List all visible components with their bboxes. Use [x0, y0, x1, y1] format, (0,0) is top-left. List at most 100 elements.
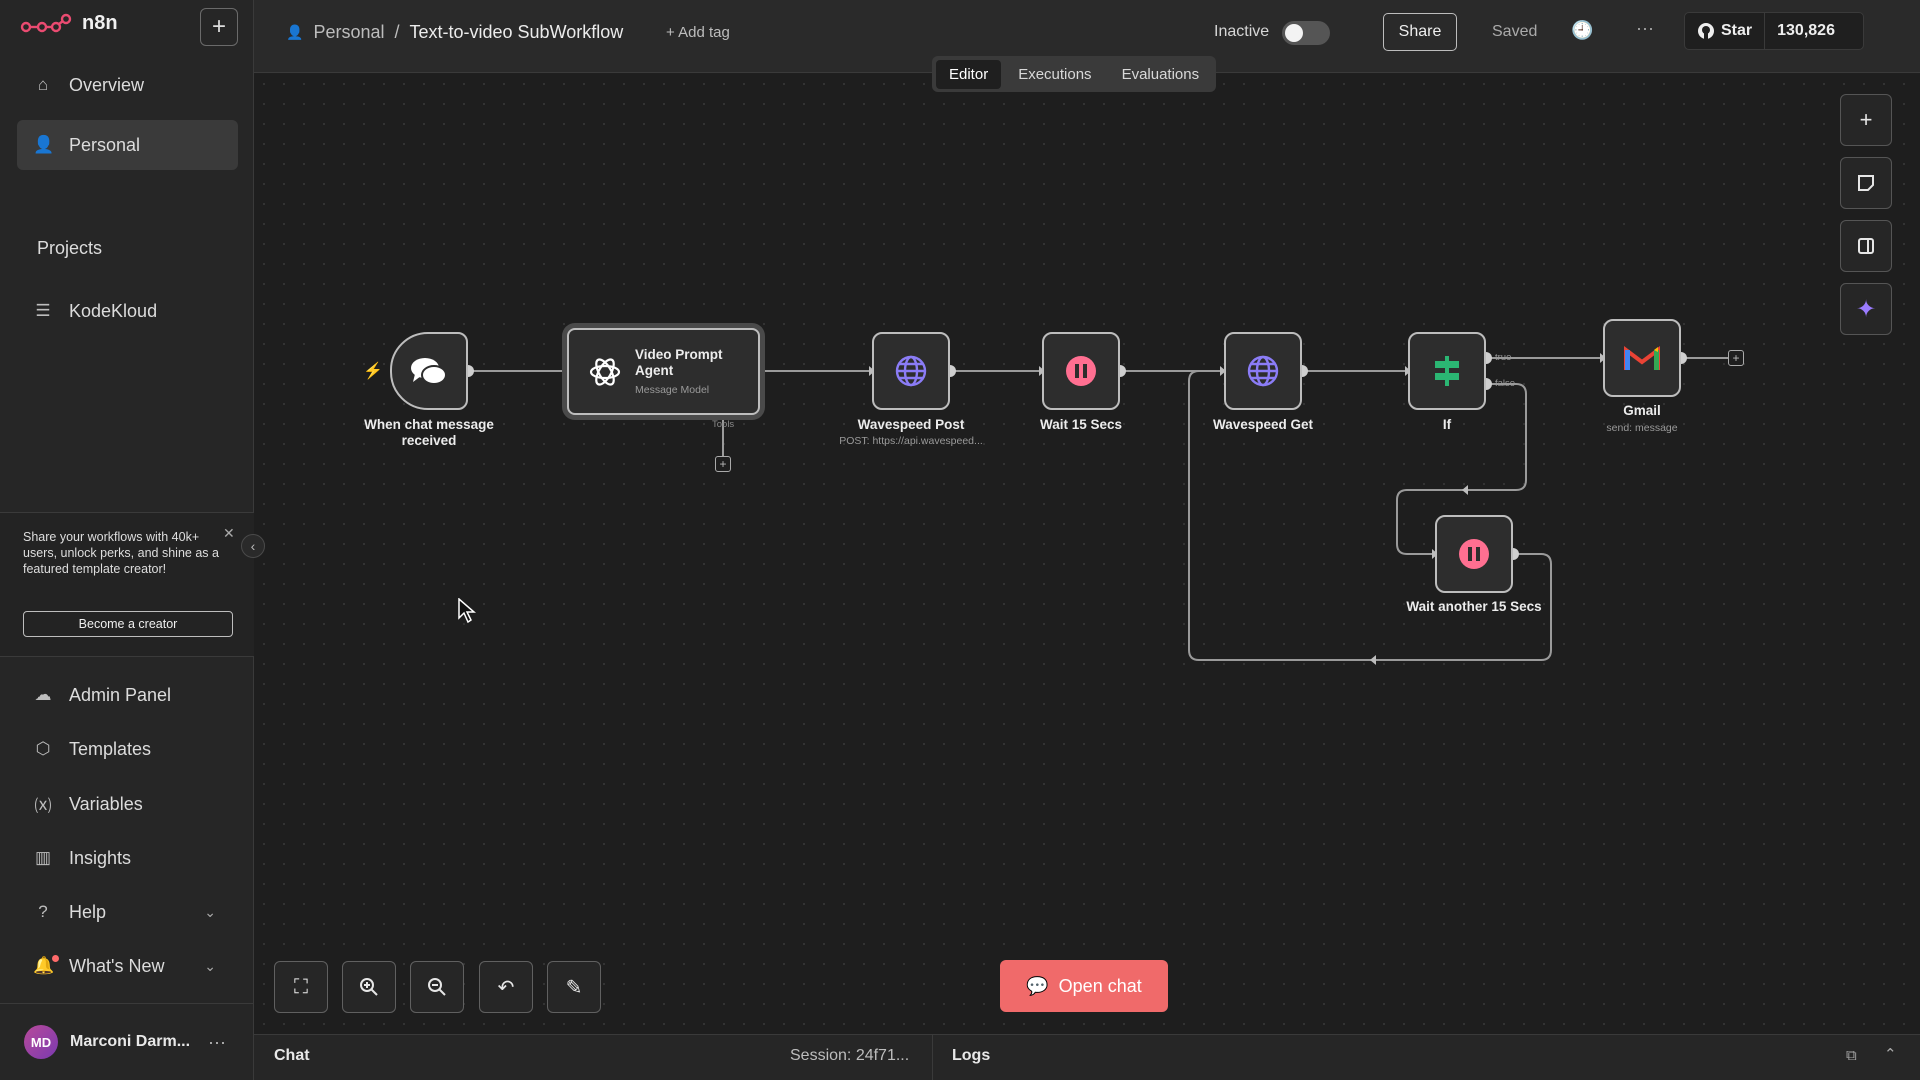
sidebar: n8n + ⌂ Overview 👤 Personal Projects ☰ K… — [0, 0, 254, 1080]
sidebar-item-help[interactable]: ? Help ⌄ — [17, 887, 238, 937]
saved-status: Saved — [1492, 23, 1538, 40]
avatar: MD — [24, 1025, 58, 1059]
add-tag-button[interactable]: + Add tag — [666, 24, 730, 41]
gmail-icon — [1624, 346, 1660, 370]
zoom-out-button[interactable] — [410, 961, 464, 1013]
creator-promo-card: Share your workflows with 40k+ users, un… — [0, 512, 254, 657]
node-label-trigger: When chat message received — [364, 417, 494, 448]
node-wavespeed-post[interactable] — [872, 332, 950, 410]
node-wait-15[interactable] — [1042, 332, 1120, 410]
zoom-out-icon — [428, 978, 446, 996]
workflow-canvas[interactable] — [254, 74, 1920, 1034]
logs-panel-title[interactable]: Logs — [952, 1047, 990, 1065]
sticky-note-button[interactable] — [1840, 157, 1892, 209]
zoom-in-button[interactable] — [342, 961, 396, 1013]
open-chat-button[interactable]: 💬 Open chat — [1000, 960, 1168, 1012]
sidebar-item-whats-new[interactable]: 🔔 What's New ⌄ — [17, 941, 238, 991]
active-toggle[interactable] — [1282, 21, 1330, 45]
tidy-up-button[interactable]: ✎ — [547, 961, 601, 1013]
mouse-cursor-icon — [458, 598, 476, 624]
github-star-widget[interactable]: Star 130,826 — [1684, 12, 1864, 50]
fit-view-icon: ⛶ — [294, 975, 308, 998]
sidebar-item-admin-panel[interactable]: ☁ Admin Panel — [17, 670, 238, 720]
broom-icon: ✎ — [565, 976, 583, 999]
sidebar-item-label: Personal — [69, 134, 141, 155]
node-wavespeed-get[interactable] — [1224, 332, 1302, 410]
if-true-label: true — [1495, 352, 1512, 363]
history-icon[interactable]: 🕘 — [1571, 20, 1593, 41]
ai-assistant-button[interactable]: ✦ — [1840, 283, 1892, 335]
chat-panel-title[interactable]: Chat — [274, 1047, 310, 1065]
notification-dot — [52, 955, 59, 962]
panel-icon — [1858, 238, 1874, 254]
github-star-button[interactable]: Star — [1685, 13, 1766, 49]
open-chat-label: Open chat — [1058, 975, 1142, 996]
github-star-label: Star — [1721, 22, 1753, 39]
user-icon: 👤 — [33, 135, 55, 154]
add-node-after-gmail-button[interactable]: + — [1728, 350, 1744, 366]
cloud-icon: ☁ — [34, 685, 52, 704]
sidebar-item-variables[interactable]: ⒳ Variables — [17, 779, 238, 829]
add-tool-button[interactable]: + — [715, 456, 731, 472]
share-button[interactable]: Share — [1383, 13, 1457, 51]
n8n-logo[interactable]: n8n — [20, 12, 118, 35]
node-sub-wavespeed-post: POST: https://api.wavespeed... — [839, 435, 983, 447]
sidebar-item-label: Help — [69, 901, 107, 922]
close-icon[interactable]: ✕ — [223, 525, 235, 542]
box-icon: ⬡ — [35, 739, 51, 758]
session-id: Session: 24f71... — [790, 1047, 910, 1064]
breadcrumb-project[interactable]: Personal — [313, 22, 384, 43]
sidebar-item-insights[interactable]: ▥ Insights — [17, 833, 238, 883]
create-new-button[interactable]: + — [200, 8, 238, 46]
active-status-label: Inactive — [1214, 23, 1270, 40]
node-sub-gmail: send: message — [1606, 422, 1678, 434]
node-chat-trigger[interactable] — [390, 332, 468, 410]
tab-executions[interactable]: Executions — [1005, 60, 1104, 89]
agent-title: Video Prompt Agent — [635, 347, 723, 378]
promo-text: Share your workflows with 40k+ users, un… — [23, 530, 219, 576]
node-wait-another-15[interactable] — [1435, 515, 1513, 593]
become-creator-button[interactable]: Become a creator — [23, 611, 233, 637]
sparkle-icon: ✦ — [1855, 295, 1877, 323]
agent-subtitle: Message Model — [635, 384, 710, 396]
collapse-sidebar-button[interactable]: ‹ — [241, 534, 265, 558]
undo-icon: ↶ — [497, 976, 515, 999]
node-video-prompt-agent[interactable]: Video Prompt Agent Message Model — [567, 328, 760, 415]
n8n-app: ⚡ When chat message received Video Promp… — [0, 0, 1920, 1080]
fit-view-button[interactable]: ⛶ — [274, 961, 328, 1013]
toggle-knob — [1285, 24, 1303, 42]
sidebar-item-label: Overview — [69, 74, 145, 95]
app-name: n8n — [82, 12, 118, 34]
more-options-icon[interactable]: ··· — [208, 1032, 226, 1053]
signpost-icon — [1435, 356, 1459, 386]
popout-icon[interactable]: ⧉ — [1846, 1047, 1857, 1064]
zoom-in-icon — [360, 978, 378, 996]
chevron-down-icon: ⌄ — [204, 957, 216, 974]
node-gmail[interactable] — [1603, 319, 1681, 397]
sidebar-item-kodekloud[interactable]: ☰ KodeKloud — [17, 286, 238, 336]
more-options-icon[interactable]: ··· — [1636, 18, 1654, 39]
pause-icon — [1066, 356, 1096, 386]
bell-icon: 🔔 — [33, 956, 55, 975]
add-node-button[interactable]: + — [1840, 94, 1892, 146]
tab-evaluations[interactable]: Evaluations — [1109, 60, 1213, 89]
toggle-panel-button[interactable] — [1840, 220, 1892, 272]
user-menu[interactable]: MD Marconi Darm... ··· — [0, 1003, 254, 1080]
openai-icon — [587, 354, 623, 395]
node-if[interactable] — [1408, 332, 1486, 410]
sidebar-item-label: Admin Panel — [69, 684, 172, 705]
sidebar-item-label: Templates — [69, 738, 152, 759]
sidebar-item-personal[interactable]: 👤 Personal — [17, 120, 238, 170]
breadcrumb: 👤 Personal / Text-to-video SubWorkflow — [286, 22, 623, 43]
tab-editor[interactable]: Editor — [936, 59, 1002, 89]
n8n-logo-icon — [20, 13, 72, 32]
node-label-wavespeed-get: Wavespeed Get — [1212, 417, 1314, 432]
chevron-up-icon[interactable]: ⌃ — [1884, 1045, 1897, 1063]
sidebar-item-overview[interactable]: ⌂ Overview — [17, 60, 238, 110]
node-label-wavespeed-post: Wavespeed Post — [857, 417, 965, 432]
workflow-name[interactable]: Text-to-video SubWorkflow — [410, 22, 624, 43]
sidebar-item-templates[interactable]: ⬡ Templates — [17, 724, 238, 774]
globe-icon — [1247, 355, 1279, 387]
undo-button[interactable]: ↶ — [479, 961, 533, 1013]
user-icon: 👤 — [286, 24, 304, 40]
